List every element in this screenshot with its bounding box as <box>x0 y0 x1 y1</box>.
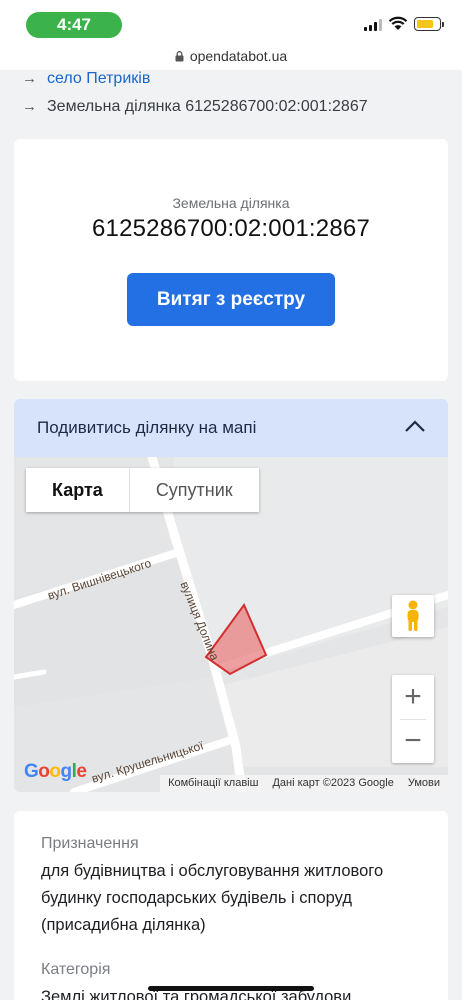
breadcrumb-current: Земельна ділянка 6125286700:02:001:2867 <box>47 98 368 115</box>
purpose-value: для будівництва і обслуговування житлово… <box>41 862 384 934</box>
map-section-title: Подивитись ділянку на мапі <box>37 418 257 437</box>
map-card: Подивитись ділянку на мапі вул. Вишнівец… <box>14 399 448 792</box>
map-type-map[interactable]: Карта <box>26 468 130 512</box>
zoom-divider <box>400 719 426 720</box>
breadcrumb-item-parcel: → Земельна ділянка 6125286700:02:001:2867 <box>22 98 368 116</box>
breadcrumb-item-village: → село Петриків <box>22 70 150 88</box>
purpose-label: Призначення <box>41 835 139 852</box>
category-label: Категорія <box>41 961 111 978</box>
zoom-controls: + − <box>392 675 434 763</box>
lock-icon <box>175 51 184 62</box>
status-time: 4:47 <box>26 12 122 38</box>
street-view-button[interactable] <box>392 595 434 637</box>
map-attribution: Комбінації клавіш Дані карт ©2023 Google… <box>160 775 448 792</box>
parcel-info-card: Призначення для будівництва і обслуговув… <box>14 811 448 1000</box>
address-bar[interactable]: opendatabot.ua <box>0 44 462 70</box>
chevron-up-icon[interactable] <box>404 419 426 433</box>
home-indicator[interactable] <box>148 986 314 991</box>
terms-link[interactable]: Умови <box>408 775 440 792</box>
map-type-satellite[interactable]: Супутник <box>130 468 259 512</box>
arrow-right-icon: → <box>22 70 37 87</box>
status-bar: 4:47 <box>0 0 462 44</box>
google-logo[interactable]: Google <box>24 761 87 783</box>
zoom-in-button[interactable]: + <box>392 675 434 719</box>
map-section-header[interactable]: Подивитись ділянку на мапі <box>14 399 448 457</box>
breadcrumb-link-village[interactable]: село Петриків <box>47 70 150 87</box>
wifi-icon <box>388 16 408 30</box>
parcel-label: Земельна ділянка <box>172 195 290 211</box>
arrow-right-icon: → <box>22 98 37 115</box>
zoom-out-button[interactable]: − <box>392 719 434 763</box>
parcel-card: Земельна ділянка 6125286700:02:001:2867 … <box>14 139 448 381</box>
address-domain: opendatabot.ua <box>189 48 288 64</box>
battery-icon <box>414 17 444 31</box>
map-view[interactable]: вул. Вишнівецького вулиця Долина вул. Кр… <box>14 457 448 792</box>
parcel-number: 6125286700:02:001:2867 <box>91 215 370 242</box>
keyboard-shortcuts-link[interactable]: Комбінації клавіш <box>168 775 258 792</box>
map-data-credit: Дані карт ©2023 Google <box>272 777 394 789</box>
cellular-signal-icon <box>364 19 384 31</box>
registry-extract-button[interactable]: Витяг з реєстру <box>127 273 335 326</box>
map-type-toggle: Карта Супутник <box>26 468 259 512</box>
pegman-icon <box>407 600 419 631</box>
